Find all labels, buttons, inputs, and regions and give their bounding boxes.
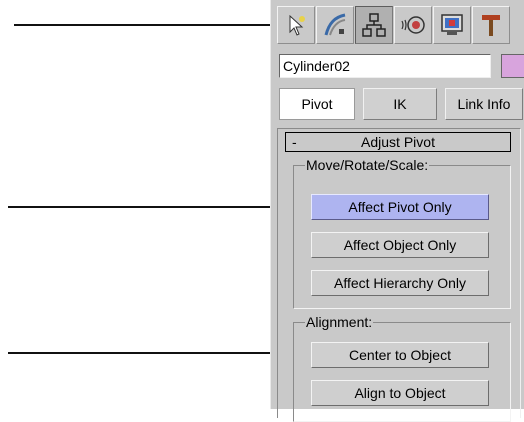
- group-label-alignment: Alignment:: [305, 314, 374, 330]
- alignment-group: [293, 322, 511, 422]
- tab-create[interactable]: [277, 6, 315, 44]
- tab-display[interactable]: [433, 6, 471, 44]
- hierarchy-icon: [362, 13, 386, 37]
- subtab-link-info[interactable]: Link Info: [445, 88, 523, 120]
- affect-object-only-button[interactable]: Affect Object Only: [311, 232, 489, 258]
- modify-icon: [324, 13, 346, 36]
- callout-line-center-to-object: [8, 352, 308, 354]
- command-panel: Cylinder02 Pivot IK Link Info - Adjust P…: [270, 0, 524, 422]
- object-color-swatch[interactable]: [501, 54, 524, 78]
- object-name-field[interactable]: Cylinder02: [279, 54, 491, 78]
- tab-utilities[interactable]: [472, 6, 510, 44]
- tab-modify[interactable]: [316, 6, 354, 44]
- affect-hierarchy-only-button[interactable]: Affect Hierarchy Only: [311, 270, 489, 296]
- motion-icon: [401, 16, 425, 34]
- group-label-move-rotate-scale: Move/Rotate/Scale:: [305, 157, 430, 173]
- rollout-title: Adjust Pivot: [361, 134, 435, 150]
- tab-hierarchy[interactable]: [355, 6, 393, 44]
- subtab-ik[interactable]: IK: [363, 88, 437, 120]
- tab-motion[interactable]: [394, 6, 432, 44]
- rollout-header-adjust-pivot[interactable]: - Adjust Pivot: [285, 132, 511, 152]
- create-icon: [289, 14, 305, 36]
- affect-pivot-only-button[interactable]: Affect Pivot Only: [311, 194, 489, 220]
- command-panel-tabs: [271, 6, 524, 46]
- callout-line-affect-pivot: [8, 206, 308, 208]
- align-to-object-button[interactable]: Align to Object: [311, 380, 489, 406]
- subtab-pivot[interactable]: Pivot: [279, 88, 355, 120]
- utilities-icon: [482, 15, 500, 36]
- callout-line-hierarchy: [14, 24, 290, 26]
- display-icon: [441, 14, 463, 35]
- collapse-icon: -: [292, 134, 297, 150]
- center-to-object-button[interactable]: Center to Object: [311, 342, 489, 368]
